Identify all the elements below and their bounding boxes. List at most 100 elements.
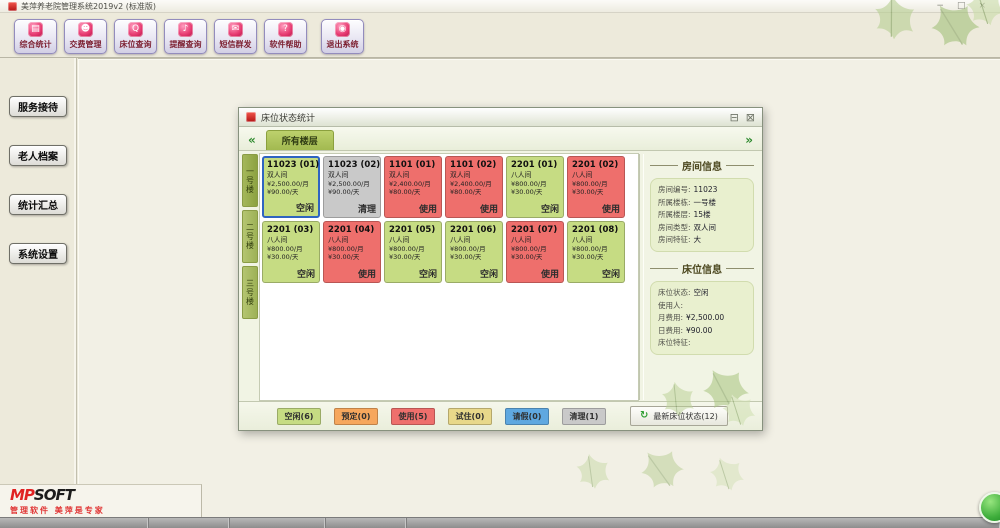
bed-card-daily-price: ¥30.00/天 [511,188,560,196]
dialog-window-controls: ⊟ ⊠ [730,112,755,123]
bed-card[interactable]: 2201 (08) 八人间 ¥800.00/月 ¥30.00/天 空闲 [567,221,625,283]
dialog-logo-icon [246,112,256,122]
bed-card[interactable]: 11023 (02) 双人间 ¥2,500.00/月 ¥90.00/天 清理 [323,156,381,218]
bed-card[interactable]: 11023 (01) 双人间 ¥2,500.00/月 ¥90.00/天 空闲 [262,156,320,218]
building-tab[interactable]: 一号楼 [242,154,258,207]
toolbar-button[interactable]: ✉ 短信群发 [214,19,257,54]
bed-card[interactable]: 1101 (02) 双人间 ¥2,400.00/月 ¥80.00/天 使用 [445,156,503,218]
scroll-left-icon[interactable]: « [248,134,256,146]
bed-card-status: 空闲 [480,267,498,280]
help-icon: ? [278,22,293,37]
sidebar-button[interactable]: 服务接待 [9,96,67,117]
sidebar-button[interactable]: 统计汇总 [9,194,67,215]
bed-card-room: 2201 (02) [572,160,621,170]
status-legend-label: 试住(0) [456,411,485,422]
toolbar-button[interactable]: ◉ 退出系统 [321,19,364,54]
info-label: 所属楼层: [658,210,691,219]
info-row: 月费用: ¥2,500.00 [658,313,747,322]
status-bar-segment [230,518,326,528]
bed-card-status: 空闲 [297,267,315,280]
bed-card-daily-price: ¥30.00/天 [328,253,377,261]
bed-card[interactable]: 2201 (05) 八人间 ¥800.00/月 ¥30.00/天 空闲 [384,221,442,283]
bed-card-monthly-price: ¥800.00/月 [328,245,377,253]
info-label: 使用人: [658,301,683,310]
sidebar-button[interactable]: 老人档案 [9,145,67,166]
bed-card-monthly-price: ¥2,400.00/月 [389,180,438,188]
toolbar-button[interactable]: Q 床位查询 [114,19,157,54]
info-row: 床位特征: [658,338,747,347]
status-legend-chip: 清理(1) [562,408,606,425]
bed-card-status: 使用 [480,202,498,215]
main-toolbar: ▤ 综合统计 ☻ 交费管理 Q 床位查询 ♪ 提醒查询 ✉ 短信群发 [0,14,1000,58]
vendor-tagline: 管理软件 美萍是专家 [10,505,201,516]
bed-card-monthly-price: ¥800.00/月 [267,245,316,253]
info-value: 11023 [694,185,718,194]
bed-card[interactable]: 2201 (03) 八人间 ¥800.00/月 ¥30.00/天 空闲 [262,221,320,283]
bed-card[interactable]: 2201 (07) 八人间 ¥800.00/月 ¥30.00/天 使用 [506,221,564,283]
bed-card-daily-price: ¥90.00/天 [267,188,316,196]
bed-card-room-type: 八人间 [511,236,560,245]
refresh-bed-status-button[interactable]: ↻ 最新床位状态(12) [630,406,728,426]
bed-card-grid: 11023 (01) 双人间 ¥2,500.00/月 ¥90.00/天 空闲 1… [259,153,639,401]
tab-all-floors[interactable]: 所有楼层 [266,130,334,150]
info-row: 房间类型: 双人间 [658,223,747,232]
status-legend-label: 使用(5) [399,411,428,422]
sidebar-button-label: 系统设置 [18,246,58,261]
building-tab-label: 一号楼 [245,167,256,194]
info-row: 房间编号: 11023 [658,185,747,194]
bed-card-status: 空闲 [602,267,620,280]
bed-card-monthly-price: ¥800.00/月 [511,245,560,253]
bed-card[interactable]: 1101 (01) 双人间 ¥2,400.00/月 ¥80.00/天 使用 [384,156,442,218]
bed-card[interactable]: 2201 (02) 八人间 ¥800.00/月 ¥30.00/天 使用 [567,156,625,218]
bed-card-room-type: 双人间 [389,171,438,180]
toolbar-button[interactable]: ♪ 提醒查询 [164,19,207,54]
bed-card-room-type: 八人间 [267,236,316,245]
status-legend-chip: 试住(0) [448,408,492,425]
info-label: 房间编号: [658,185,691,194]
bed-info-box: 床位状态: 空闲 使用人: 月费用: ¥2,500.00 [650,281,754,355]
info-label: 床位状态: [658,288,691,297]
close-icon[interactable]: × [978,2,986,11]
bed-card-status: 使用 [419,202,437,215]
info-panel: 房间信息 房间编号: 11023 所属楼栋: 一号楼 [644,153,760,401]
bed-card-daily-price: ¥80.00/天 [389,188,438,196]
minimize-icon[interactable]: − [936,2,944,11]
vendor-logo: MPSOFT [10,488,201,503]
dialog-body: 一号楼 二号楼 三号楼 11023 (01) 双人间 [239,151,762,401]
bed-card[interactable]: 2201 (06) 八人间 ¥800.00/月 ¥30.00/天 空闲 [445,221,503,283]
bed-card-room-type: 八人间 [572,171,621,180]
dialog-close-icon[interactable]: ⊠ [746,112,755,123]
info-value: 空闲 [694,288,709,297]
restore-icon[interactable]: □ [957,2,966,11]
toolbar-button[interactable]: ? 软件帮助 [264,19,307,54]
dialog-minimize-icon[interactable]: ⊟ [730,112,739,123]
dialog-titlebar[interactable]: 床位状态统计 ⊟ ⊠ [239,108,762,127]
status-bar-segment [407,518,1000,528]
bed-card-room-type: 双人间 [328,171,377,180]
bed-card-room: 1101 (01) [389,160,438,170]
sidebar-button[interactable]: 系统设置 [9,243,67,264]
bed-card-monthly-price: ¥800.00/月 [572,180,621,188]
status-legend-chip: 使用(5) [391,408,435,425]
toolbar-button[interactable]: ☻ 交费管理 [64,19,107,54]
bed-card-room: 2201 (01) [511,160,560,170]
building-tab[interactable]: 三号楼 [242,266,258,319]
refresh-button-label: 最新床位状态(12) [653,411,717,422]
scroll-right-icon[interactable]: » [745,134,753,146]
dialog-floor-nav: « 所有楼层 » [239,127,762,151]
bed-card-room: 2201 (03) [267,225,316,235]
bed-card-status: 空闲 [419,267,437,280]
toolbar-button[interactable]: ▤ 综合统计 [14,19,57,54]
bed-card[interactable]: 2201 (04) 八人间 ¥800.00/月 ¥30.00/天 使用 [323,221,381,283]
status-legend-label: 预定(0) [342,411,371,422]
info-row: 使用人: [658,301,747,310]
bed-card-room-type: 八人间 [389,236,438,245]
bed-card[interactable]: 2201 (01) 八人间 ¥800.00/月 ¥30.00/天 空闲 [506,156,564,218]
sms-icon: ✉ [228,22,243,37]
building-tab[interactable]: 二号楼 [242,210,258,263]
toolbar-button-label: 软件帮助 [270,39,302,50]
info-label: 月费用: [658,313,683,322]
info-label: 日费用: [658,326,683,335]
status-bar-segment [326,518,407,528]
toolbar-button-label: 综合统计 [20,39,52,50]
